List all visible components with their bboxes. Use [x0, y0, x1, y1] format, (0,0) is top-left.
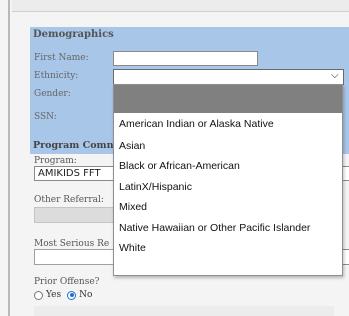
prior-offense-no-label: No	[79, 290, 93, 300]
chevron-down-icon[interactable]: ⌵	[331, 70, 339, 81]
most-serious-field[interactable]	[34, 249, 114, 265]
program-label: Program:	[34, 156, 77, 166]
ssn-label: SSN:	[34, 112, 57, 122]
dropdown-option[interactable]: Asian	[114, 136, 342, 156]
prior-offense-yes-radio[interactable]	[34, 290, 43, 300]
first-name-label: First Name:	[34, 53, 89, 63]
prior-offense-radio-group: Yes No	[34, 289, 98, 301]
clipped-text-fragment	[343, 48, 344, 56]
dropdown-option[interactable]: Native Hawaiian or Other Pacific Islande…	[114, 218, 342, 238]
top-frame	[12, 0, 349, 12]
other-referral-label: Other Referral:	[34, 195, 104, 205]
most-serious-label: Most Serious Re	[34, 239, 110, 249]
ethnicity-select[interactable]	[113, 69, 344, 85]
prior-offense-no-radio[interactable]	[67, 290, 77, 300]
dropdown-option[interactable]: Mixed	[114, 197, 342, 217]
first-name-field[interactable]	[113, 51, 258, 66]
dropdown-option-blank[interactable]	[114, 85, 342, 113]
program-section-title: Program Comn	[33, 140, 114, 151]
ethnicity-label: Ethnicity:	[34, 71, 79, 81]
dropdown-option[interactable]: LatinX/Hispanic	[114, 177, 342, 197]
dropdown-option[interactable]: American Indian or Alaska Native	[114, 113, 342, 136]
dropdown-option[interactable]: Black or African-American	[114, 156, 342, 176]
dropdown-option[interactable]: White	[114, 238, 342, 258]
faded-next-row	[34, 306, 334, 316]
demographics-title: Demographics	[33, 29, 114, 40]
prior-offense-label: Prior Offense?	[34, 277, 100, 287]
page-left-border	[8, 0, 10, 316]
gender-label: Gender:	[34, 89, 71, 99]
other-referral-field[interactable]	[34, 207, 114, 223]
ethnicity-dropdown-list: American Indian or Alaska Native Asian B…	[113, 84, 343, 276]
prior-offense-yes-label: Yes	[46, 290, 62, 300]
program-select[interactable]: AMIKIDS FFT	[34, 166, 124, 181]
